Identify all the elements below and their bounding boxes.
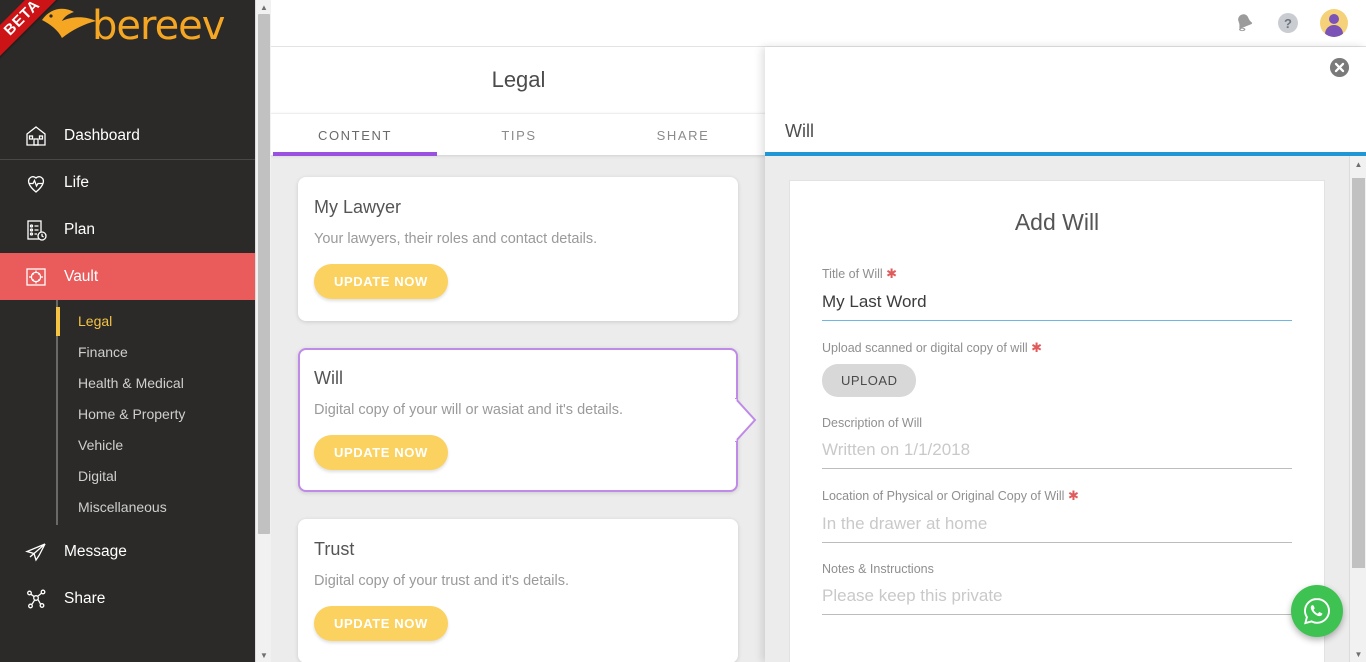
card-description: Your lawyers, their roles and contact de… xyxy=(314,231,598,247)
sidebar-item-legal[interactable]: Legal xyxy=(0,306,255,337)
card-will[interactable]: Will Digital copy of your will or wasiat… xyxy=(298,348,757,492)
required-asterisk-icon: ✱ xyxy=(886,266,898,281)
house-icon xyxy=(24,124,64,148)
card-trust[interactable]: Trust Digital copy of your trust and it'… xyxy=(298,519,738,662)
help-question-icon[interactable]: ? xyxy=(1276,11,1300,35)
update-now-button[interactable]: UPDATE NOW xyxy=(314,264,448,299)
description-of-will-input[interactable] xyxy=(822,438,1292,469)
card-title: Trust xyxy=(314,539,355,559)
sidebar: BETA bereev Dashboard Life Plan Vault Le… xyxy=(0,0,255,662)
card-title: My Lawyer xyxy=(314,197,402,217)
heart-pulse-icon xyxy=(24,171,64,195)
field-label: Location of Physical or Original Copy of… xyxy=(822,488,1292,504)
scrollbar-thumb[interactable] xyxy=(258,14,270,534)
sidebar-item-digital[interactable]: Digital xyxy=(0,461,255,492)
scroll-up-icon[interactable]: ▲ xyxy=(256,0,272,14)
field-notes-and-instructions: Notes & Instructions xyxy=(822,562,1292,615)
field-label-text: Description of Will xyxy=(822,416,923,430)
field-label-text: Notes & Instructions xyxy=(822,562,934,576)
sidebar-item-vault[interactable]: Vault xyxy=(0,253,255,300)
panel-body: Add Will Title of Will ✱ Upload scanned … xyxy=(765,156,1366,662)
form-heading: Add Will xyxy=(1014,209,1100,235)
svg-text:?: ? xyxy=(1284,16,1292,31)
field-title-of-will: Title of Will ✱ xyxy=(822,266,1292,321)
whatsapp-icon xyxy=(1304,598,1330,625)
sidebar-item-label: Message xyxy=(64,542,127,560)
field-label: Notes & Instructions xyxy=(822,562,1292,576)
sidebar-item-vehicle[interactable]: Vehicle xyxy=(0,430,255,461)
sidebar-item-label: Plan xyxy=(64,220,96,238)
clipboard-clock-icon xyxy=(24,218,64,242)
avatar-body xyxy=(1325,25,1343,37)
sidebar-item-label: Share xyxy=(64,589,106,607)
top-bar: ? xyxy=(271,0,1366,47)
title-of-will-input[interactable] xyxy=(822,290,1292,321)
sidebar-scrollbar[interactable]: ▲ ▼ xyxy=(255,0,271,662)
tab-tips[interactable]: TIPS xyxy=(437,114,601,156)
selected-card-chevron-icon xyxy=(735,398,757,442)
field-location-of-original-copy: Location of Physical or Original Copy of… xyxy=(822,488,1292,543)
scroll-down-icon[interactable]: ▼ xyxy=(256,648,272,662)
user-avatar[interactable] xyxy=(1320,9,1348,37)
sidebar-nav-bottom: Message Share xyxy=(0,528,255,622)
whatsapp-chat-button[interactable] xyxy=(1291,585,1343,637)
sidebar-submenu-vault: Legal Finance Health & Medical Home & Pr… xyxy=(0,300,255,533)
field-label-text: Upload scanned or digital copy of will xyxy=(822,341,1028,355)
avatar-head xyxy=(1329,14,1339,24)
scrollbar-thumb[interactable] xyxy=(1352,178,1365,568)
add-will-form: Add Will Title of Will ✱ Upload scanned … xyxy=(789,180,1325,662)
panel-scrollbar[interactable]: ▲ ▼ xyxy=(1349,156,1366,662)
sidebar-item-message[interactable]: Message xyxy=(0,528,255,575)
avatar xyxy=(1320,9,1348,37)
scroll-down-icon[interactable]: ▼ xyxy=(1350,646,1366,662)
share-nodes-icon xyxy=(24,587,64,611)
card-title: Will xyxy=(314,368,343,388)
field-description-of-will: Description of Will xyxy=(822,416,1292,469)
update-now-button[interactable]: UPDATE NOW xyxy=(314,435,448,470)
page-title: Legal xyxy=(491,67,546,92)
field-label: Title of Will ✱ xyxy=(822,266,1292,282)
required-asterisk-icon: ✱ xyxy=(1067,488,1079,503)
sidebar-item-dashboard[interactable]: Dashboard xyxy=(0,112,255,159)
sidebar-nav: Dashboard Life Plan Vault Legal Finance … xyxy=(0,112,255,533)
required-asterisk-icon: ✱ xyxy=(1031,340,1043,355)
card-description: Digital copy of your trust and it's deta… xyxy=(314,573,570,589)
field-label: Description of Will xyxy=(822,416,1292,430)
field-label-text: Title of Will xyxy=(822,267,883,281)
update-now-button[interactable]: UPDATE NOW xyxy=(314,606,448,641)
close-circle-icon[interactable] xyxy=(1329,57,1350,78)
upload-button[interactable]: UPLOAD xyxy=(822,364,917,397)
vault-icon xyxy=(24,265,64,289)
paper-plane-icon xyxy=(24,540,64,564)
sidebar-item-home-property[interactable]: Home & Property xyxy=(0,399,255,430)
sidebar-item-life[interactable]: Life xyxy=(0,159,255,206)
panel-title: Will xyxy=(785,121,814,141)
tab-share[interactable]: SHARE xyxy=(601,114,765,156)
card-my-lawyer[interactable]: My Lawyer Your lawyers, their roles and … xyxy=(298,177,738,321)
sidebar-item-miscellaneous[interactable]: Miscellaneous xyxy=(0,492,255,523)
sidebar-item-health-medical[interactable]: Health & Medical xyxy=(0,368,255,399)
scroll-up-icon[interactable]: ▲ xyxy=(1350,156,1366,172)
top-bar-actions: ? xyxy=(1232,9,1348,37)
sidebar-item-label: Life xyxy=(64,174,89,191)
sidebar-item-finance[interactable]: Finance xyxy=(0,337,255,368)
detail-panel: Will Add Will Title of Will ✱ Upload sca… xyxy=(765,47,1366,662)
brand-name: bereev xyxy=(92,3,225,49)
tab-content[interactable]: CONTENT xyxy=(273,114,437,156)
card-description: Digital copy of your will or wasiat and … xyxy=(314,402,624,418)
notes-and-instructions-input[interactable] xyxy=(822,584,1292,615)
bereev-bird-icon xyxy=(42,8,96,38)
sidebar-item-label: Dashboard xyxy=(64,126,140,144)
field-upload-copy-of-will: Upload scanned or digital copy of will ✱… xyxy=(822,340,1292,397)
sidebar-item-label: Vault xyxy=(64,267,99,285)
sidebar-item-share[interactable]: Share xyxy=(0,575,255,622)
field-label-text: Location of Physical or Original Copy of… xyxy=(822,489,1065,503)
sidebar-item-plan[interactable]: Plan xyxy=(0,206,255,253)
field-label: Upload scanned or digital copy of will ✱ xyxy=(822,340,1292,356)
notification-bell-icon[interactable] xyxy=(1232,11,1256,35)
app-root: BETA bereev Dashboard Life Plan Vault Le… xyxy=(0,0,1366,662)
location-of-copy-input[interactable] xyxy=(822,512,1292,543)
